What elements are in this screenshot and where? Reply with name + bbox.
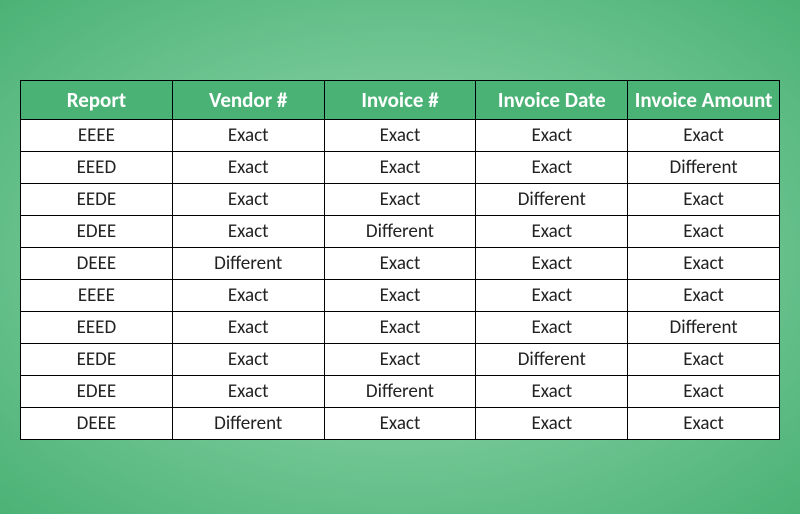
cell: Exact — [324, 312, 476, 344]
table-row: EDEE Exact Different Exact Exact — [21, 216, 780, 248]
cell: Exact — [324, 408, 476, 440]
cell: DEEE — [21, 408, 173, 440]
cell: Exact — [476, 408, 628, 440]
table-row: EEDE Exact Exact Different Exact — [21, 184, 780, 216]
cell: Exact — [628, 408, 780, 440]
cell: Different — [476, 184, 628, 216]
cell: Exact — [628, 280, 780, 312]
cell: Exact — [324, 344, 476, 376]
table-row: EEEE Exact Exact Exact Exact — [21, 120, 780, 152]
table-row: EEED Exact Exact Exact Different — [21, 312, 780, 344]
cell: Exact — [476, 280, 628, 312]
cell: Exact — [324, 280, 476, 312]
cell: Exact — [628, 248, 780, 280]
col-invoice-date: Invoice Date — [476, 81, 628, 120]
cell: Different — [628, 312, 780, 344]
cell: Different — [324, 216, 476, 248]
report-table: Report Vendor # Invoice # Invoice Date I… — [20, 80, 780, 440]
cell: Different — [172, 408, 324, 440]
cell: Exact — [628, 344, 780, 376]
table-row: EDEE Exact Different Exact Exact — [21, 376, 780, 408]
cell: Exact — [628, 216, 780, 248]
cell: Exact — [476, 312, 628, 344]
cell: EEED — [21, 152, 173, 184]
cell: Different — [324, 376, 476, 408]
table-row: EEEE Exact Exact Exact Exact — [21, 280, 780, 312]
table-row: DEEE Different Exact Exact Exact — [21, 248, 780, 280]
cell: EEEE — [21, 280, 173, 312]
cell: Exact — [172, 216, 324, 248]
cell: EEED — [21, 312, 173, 344]
table-row: EEDE Exact Exact Different Exact — [21, 344, 780, 376]
cell: Exact — [172, 120, 324, 152]
cell: EDEE — [21, 216, 173, 248]
cell: Exact — [476, 248, 628, 280]
cell: Different — [628, 152, 780, 184]
cell: EEDE — [21, 184, 173, 216]
cell: Exact — [628, 184, 780, 216]
cell: EEEE — [21, 120, 173, 152]
cell: Exact — [628, 120, 780, 152]
cell: EEDE — [21, 344, 173, 376]
table-header-row: Report Vendor # Invoice # Invoice Date I… — [21, 81, 780, 120]
table-row: DEEE Different Exact Exact Exact — [21, 408, 780, 440]
table-container: Report Vendor # Invoice # Invoice Date I… — [0, 0, 800, 440]
cell: Exact — [172, 280, 324, 312]
table-row: EEED Exact Exact Exact Different — [21, 152, 780, 184]
cell: Exact — [172, 152, 324, 184]
cell: Exact — [324, 248, 476, 280]
cell: Exact — [324, 152, 476, 184]
cell: Exact — [172, 376, 324, 408]
col-invoice-num: Invoice # — [324, 81, 476, 120]
cell: Different — [172, 248, 324, 280]
col-vendor: Vendor # — [172, 81, 324, 120]
cell: Exact — [476, 376, 628, 408]
cell: Exact — [324, 184, 476, 216]
cell: EDEE — [21, 376, 173, 408]
cell: Exact — [172, 312, 324, 344]
cell: Exact — [476, 216, 628, 248]
cell: Different — [476, 344, 628, 376]
cell: Exact — [172, 184, 324, 216]
cell: Exact — [476, 152, 628, 184]
col-invoice-amt: Invoice Amount — [628, 81, 780, 120]
cell: Exact — [476, 120, 628, 152]
cell: Exact — [628, 376, 780, 408]
cell: Exact — [172, 344, 324, 376]
cell: DEEE — [21, 248, 173, 280]
col-report: Report — [21, 81, 173, 120]
cell: Exact — [324, 120, 476, 152]
